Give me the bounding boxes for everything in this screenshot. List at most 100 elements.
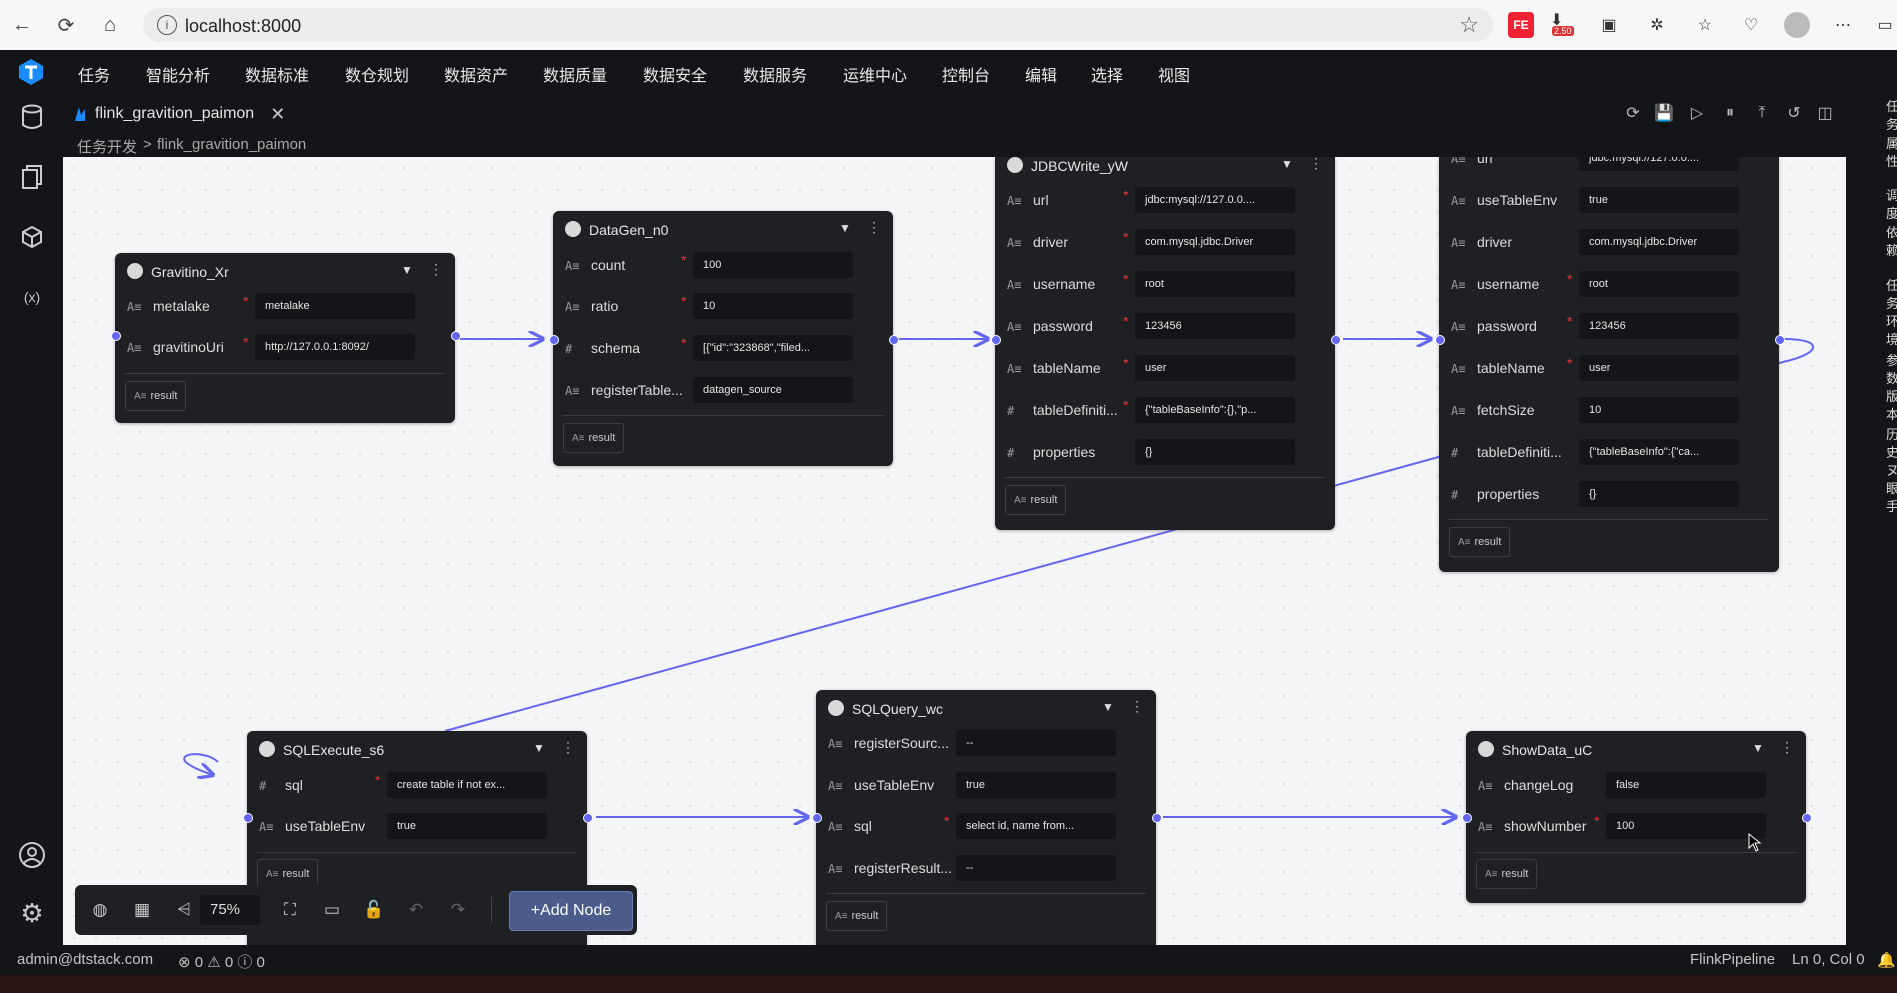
field-value-input[interactable]: http://127.0.0.1:8092/ [255, 334, 415, 360]
more-vertical-icon[interactable]: ⋮ [1309, 157, 1323, 172]
right-panel-char[interactable]: 属 [1886, 133, 1897, 152]
chevron-down-icon[interactable]: ▼ [839, 221, 851, 235]
chevron-down-icon[interactable]: ▼ [533, 741, 545, 755]
input-port[interactable] [549, 335, 559, 345]
field-value-input[interactable]: {} [1135, 439, 1295, 465]
menu-item-1[interactable]: 智能分析 [146, 62, 210, 86]
mouse-mode-icon[interactable]: ◍ [89, 899, 111, 921]
field-value-input[interactable]: true [387, 813, 547, 839]
field-value-input[interactable]: user [1135, 355, 1295, 381]
menu-item-11[interactable]: 选择 [1091, 62, 1123, 86]
breadcrumb-item-1[interactable]: flink_gravition_paimon [157, 136, 306, 153]
favorites-icon[interactable]: ☆ [1692, 12, 1718, 38]
pause-icon[interactable]: ⏸ [1719, 102, 1741, 124]
result-output[interactable]: A≡ result [1005, 485, 1067, 515]
field-value-input[interactable]: create table if not ex... [387, 772, 547, 798]
lock-icon[interactable]: 🔓 [363, 899, 385, 921]
more-vertical-icon[interactable]: ⋮ [1780, 739, 1794, 756]
field-value-input[interactable]: -- [956, 730, 1116, 756]
result-output[interactable]: A≡ result [1449, 527, 1511, 557]
node-datagen[interactable]: DataGen_n0 ▼ ⋮ A≡ count * 100 A≡ ratio *… [549, 211, 899, 466]
right-panel-char[interactable]: 眼 [1886, 478, 1897, 497]
field-value-input[interactable]: {"tableBaseInfo":{},"p... [1135, 397, 1295, 423]
menu-item-2[interactable]: 数据标准 [245, 62, 309, 86]
zoom-select[interactable]: 75% [200, 895, 260, 925]
field-value-input[interactable]: jdbc:mysql://127.0.0.... [1579, 157, 1739, 171]
output-port[interactable] [451, 331, 461, 341]
menu-item-4[interactable]: 数据资产 [444, 62, 508, 86]
redo-icon[interactable]: ↷ [447, 899, 469, 921]
reload-icon[interactable]: ⟳ [51, 10, 81, 40]
chevron-down-icon[interactable]: ▼ [1102, 700, 1114, 714]
field-value-input[interactable]: 10 [693, 293, 853, 319]
field-value-input[interactable]: [{"id":"323868","filed... [693, 335, 853, 361]
input-port[interactable] [1462, 813, 1472, 823]
back-icon[interactable]: ← [7, 10, 37, 40]
notifications-bell-icon[interactable]: 🔔 [1877, 951, 1896, 969]
right-panel-char[interactable]: 本 [1886, 404, 1897, 423]
field-value-input[interactable]: select id, name from... [956, 813, 1116, 839]
output-port[interactable] [1152, 813, 1162, 823]
field-value-input[interactable]: datagen_source [693, 377, 853, 403]
node-showdata[interactable]: ShowData_uC ▼ ⋮ A≡ changeLog false A≡ sh… [1462, 731, 1812, 903]
output-port[interactable] [583, 813, 593, 823]
right-panel-char[interactable]: 手 [1886, 496, 1897, 515]
menu-item-3[interactable]: 数仓规划 [345, 62, 409, 86]
right-panel-char[interactable]: 务 [1886, 114, 1897, 133]
downloads-icon[interactable]: ⬇ 2.50 [1550, 12, 1576, 38]
site-info-icon[interactable]: i [157, 15, 177, 35]
app-logo-icon[interactable] [16, 57, 46, 87]
right-panel-char[interactable]: 参 [1886, 350, 1897, 369]
extension-icon[interactable]: ▣ [1596, 12, 1622, 38]
field-value-input[interactable]: {} [1579, 481, 1739, 507]
chevron-down-icon[interactable]: ▼ [1752, 741, 1764, 755]
more-vertical-icon[interactable]: ⋮ [561, 739, 575, 756]
right-panel-char[interactable]: 史 [1886, 442, 1897, 461]
right-panel-char[interactable]: 境 [1886, 329, 1897, 348]
field-value-input[interactable]: user [1579, 355, 1739, 381]
chevron-down-icon[interactable]: ▼ [401, 263, 413, 277]
result-output[interactable]: A≡ result [1476, 859, 1538, 889]
input-port[interactable] [111, 331, 121, 341]
node-jdbcread[interactable]: A≡ url * jdbc:mysql://127.0.0.... A≡ use… [1435, 157, 1785, 572]
files-icon[interactable] [16, 161, 48, 193]
address-bar[interactable]: i localhost:8000 ☆ [143, 8, 1493, 42]
right-panel-char[interactable]: 性 [1886, 151, 1897, 170]
add-node-button[interactable]: +Add Node [509, 891, 633, 931]
output-port[interactable] [1331, 335, 1341, 345]
minimap-icon[interactable]: ▦ [131, 899, 153, 921]
field-value-input[interactable]: jdbc:mysql://127.0.0.... [1135, 187, 1295, 213]
fit-view-icon[interactable]: ⛶ [279, 899, 301, 921]
output-port[interactable] [1775, 335, 1785, 345]
edge-loop-sqlexecute[interactable] [183, 753, 219, 775]
profile-avatar[interactable] [1784, 12, 1810, 38]
status-problems[interactable]: ⊗ 0 ⚠ 0 ⓘ 0 [178, 951, 265, 972]
node-jdbcwrite[interactable]: JDBCWrite_yW ▼ ⋮ A≡ url * jdbc:mysql://1… [991, 157, 1341, 530]
field-value-input[interactable]: 100 [1606, 813, 1766, 839]
more-vertical-icon[interactable]: ⋮ [429, 261, 443, 278]
fe-extension-icon[interactable]: FE [1508, 12, 1534, 38]
package-icon[interactable] [16, 221, 48, 253]
input-port[interactable] [812, 813, 822, 823]
right-panel-char[interactable]: 环 [1886, 311, 1897, 330]
right-panel-char[interactable]: 版 [1886, 386, 1897, 405]
menu-item-0[interactable]: 任务 [78, 62, 110, 86]
right-panel-char[interactable]: 度 [1886, 203, 1897, 222]
field-value-input[interactable]: -- [956, 855, 1116, 881]
field-value-input[interactable]: root [1579, 271, 1739, 297]
account-icon[interactable] [16, 839, 48, 871]
connector-icon[interactable]: ⩤ [173, 899, 195, 921]
field-value-input[interactable]: root [1135, 271, 1295, 297]
field-value-input[interactable]: metalake [255, 293, 415, 319]
settings-gear-icon[interactable]: ⚙ [16, 897, 48, 929]
home-icon[interactable]: ⌂ [95, 10, 125, 40]
field-value-input[interactable]: 10 [1579, 397, 1739, 423]
node-gravitino[interactable]: Gravitino_Xr ▼ ⋮ A≡ metalake * metalake … [111, 253, 461, 423]
right-panel-char[interactable]: 调 [1886, 185, 1897, 204]
field-value-input[interactable]: 123456 [1579, 313, 1739, 339]
field-value-input[interactable]: {"tableBaseInfo":{"ca... [1579, 439, 1739, 465]
output-port[interactable] [1802, 813, 1812, 823]
result-output[interactable]: A≡ result [563, 423, 625, 453]
database-icon[interactable] [16, 101, 48, 133]
input-port[interactable] [243, 813, 253, 823]
